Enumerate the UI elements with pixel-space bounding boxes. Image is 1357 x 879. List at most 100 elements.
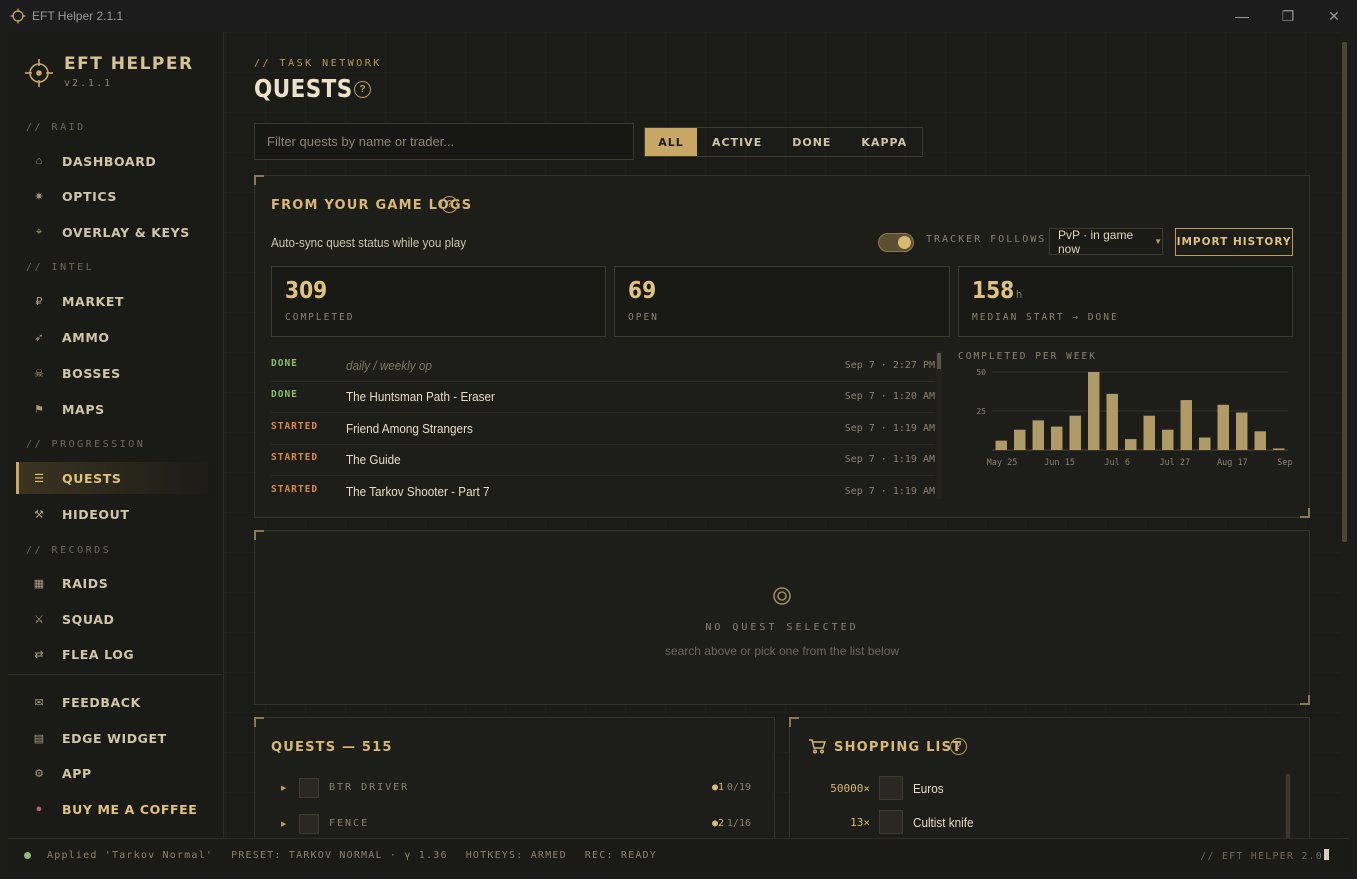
- hammer-icon: ⚒: [34, 508, 44, 521]
- scrollbar-thumb[interactable]: [937, 353, 941, 369]
- log-entry[interactable]: STARTED The Guide Sep 7 · 1:19 AM: [271, 445, 935, 476]
- sidebar-item-label: DASHBOARD: [62, 153, 157, 169]
- sidebar-item-coffee[interactable]: ● BUY ME A COFFEE: [16, 793, 216, 825]
- sidebar-item-dashboard[interactable]: ⌂ DASHBOARD: [16, 145, 216, 177]
- help-icon[interactable]: ?: [441, 196, 458, 213]
- autosync-toggle[interactable]: [878, 233, 914, 252]
- shopping-item[interactable]: 13× Cultist knife: [810, 810, 1280, 838]
- log-scrollbar[interactable]: [936, 351, 942, 499]
- filter-tab-kappa[interactable]: KAPPA: [846, 128, 922, 156]
- stat-label: MEDIAN START → DONE: [972, 312, 1119, 323]
- shopping-scrollbar[interactable]: [1285, 772, 1291, 838]
- chart-bar: [1236, 412, 1248, 450]
- sidebar-item-flea-log[interactable]: ⇄ FLEA LOG: [16, 638, 216, 670]
- mail-icon: ✉: [34, 696, 44, 709]
- chart-y-tick-label: 25: [976, 407, 986, 416]
- import-history-button[interactable]: IMPORT HISTORY: [1175, 228, 1293, 256]
- filter-tab-active[interactable]: ACTIVE: [697, 128, 777, 156]
- log-entry[interactable]: STARTED Friend Among Strangers Sep 7 · 1…: [271, 414, 935, 445]
- bullet-icon: ➶: [34, 331, 44, 344]
- main-scrollbar[interactable]: [1340, 32, 1349, 838]
- filter-tab-all[interactable]: ALL: [645, 128, 697, 156]
- sidebar-item-quests[interactable]: ☰ QUESTS: [16, 462, 216, 494]
- status-bar: Applied 'Tarkov Normal' PRESET: TARKOV N…: [8, 838, 1349, 872]
- list-icon: ☰: [34, 472, 44, 485]
- tracker-mode-select[interactable]: PvP · in game now ▼: [1049, 227, 1163, 256]
- chevron-down-icon: ▼: [1154, 237, 1162, 246]
- maximize-button[interactable]: ❐: [1265, 0, 1311, 32]
- sidebar-item-market[interactable]: ₽ MARKET: [16, 285, 216, 317]
- sidebar-item-overlay[interactable]: ⌖ OVERLAY & KEYS: [16, 216, 216, 248]
- skull-icon: ☠: [34, 367, 44, 380]
- log-state: STARTED: [271, 452, 319, 463]
- help-icon[interactable]: ?: [950, 738, 967, 755]
- sidebar-item-feedback[interactable]: ✉ FEEDBACK: [16, 686, 216, 718]
- log-entry[interactable]: DONE daily / weekly op Sep 7 · 2:27 PM: [271, 351, 935, 382]
- chart-y-tick-label: 50: [976, 368, 986, 377]
- sidebar-item-maps[interactable]: ⚑ MAPS: [16, 393, 216, 425]
- panel-corner: [254, 175, 264, 185]
- trader-name: BTR DRIVER: [329, 782, 410, 793]
- quests-list-panel: QUESTS — 515 ▶ BTR DRIVER ●1 0/19 ▶ FENC…: [254, 717, 775, 838]
- brand-version: v2.1.1: [64, 78, 113, 89]
- widget-icon: ▤: [33, 732, 45, 745]
- minimize-button[interactable]: —: [1219, 0, 1265, 32]
- sidebar-item-app[interactable]: ⚙ APP: [16, 757, 216, 789]
- stat-value: 309: [285, 278, 328, 304]
- sun-icon: ✷: [34, 190, 44, 203]
- sidebar-item-hideout[interactable]: ⚒ HIDEOUT: [16, 498, 216, 530]
- empty-state-title: NO QUEST SELECTED: [705, 622, 859, 633]
- shopping-item[interactable]: 50000× Euros: [810, 776, 1280, 804]
- log-entry[interactable]: STARTED The Tarkov Shooter - Part 7 Sep …: [271, 477, 935, 508]
- chart-bar: [1051, 426, 1063, 450]
- chart-bar: [1069, 415, 1081, 450]
- log-quest-name: Friend Among Strangers: [346, 421, 473, 436]
- quest-filter-tabs: ALL ACTIVE DONE KAPPA: [644, 127, 924, 157]
- stat-median: 158 h MEDIAN START → DONE: [958, 266, 1293, 337]
- status-rec: REC: READY: [584, 850, 658, 861]
- sidebar-item-optics[interactable]: ✷ OPTICS: [16, 180, 216, 212]
- item-quantity: 13×: [850, 816, 870, 829]
- window-title: EFT Helper 2.1.1: [32, 9, 124, 23]
- chart-x-tick-label: Sep 7: [1277, 458, 1292, 468]
- flag-icon: ⚑: [34, 403, 44, 416]
- nav-section-raid: // RAID: [26, 122, 86, 133]
- tracker-mode-value: PvP · in game now: [1058, 227, 1134, 256]
- completed-per-week-chart: 25 50 May 25 Jun 15 Jul 6 Jul 27 Aug 17 Sep 7: [976, 368, 1292, 468]
- chart-bar: [1254, 431, 1266, 450]
- sidebar-item-ammo[interactable]: ➶ AMMO: [16, 321, 216, 353]
- sidebar-divider: [8, 674, 224, 675]
- status-applied: Applied 'Tarkov Normal': [47, 850, 214, 861]
- sidebar-item-squad[interactable]: ⚔ SQUAD: [16, 603, 216, 635]
- filter-tab-done[interactable]: DONE: [777, 128, 846, 156]
- sidebar-item-raids[interactable]: ▦ RAIDS: [16, 567, 216, 599]
- quest-search-input[interactable]: [254, 123, 634, 160]
- log-state: STARTED: [271, 484, 319, 495]
- trader-row[interactable]: ▶ FENCE ●2 1/16: [281, 812, 751, 838]
- expand-arrow-icon: ▶: [281, 821, 287, 828]
- chart-bar: [1180, 400, 1192, 450]
- target-icon: [773, 587, 791, 605]
- chart-bar: [1014, 429, 1026, 450]
- sidebar-item-label: MAPS: [62, 401, 105, 417]
- scrollbar-thumb[interactable]: [1342, 42, 1347, 542]
- empty-state-subtitle: search above or pick one from the list b…: [664, 644, 900, 658]
- close-button[interactable]: ✕: [1311, 0, 1357, 32]
- chart-bar: [1125, 439, 1137, 450]
- chart-x-tick-label: Jun 15: [1044, 458, 1075, 468]
- log-time: Sep 7 · 1:20 AM: [844, 391, 935, 402]
- log-quest-name: daily / weekly op: [346, 358, 432, 373]
- sidebar-item-bosses[interactable]: ☠ BOSSES: [16, 357, 216, 389]
- sidebar-item-edge-widget[interactable]: ▤ EDGE WIDGET: [16, 722, 216, 754]
- chart-bar: [1273, 448, 1285, 450]
- trader-row[interactable]: ▶ BTR DRIVER ●1 0/19: [281, 776, 751, 804]
- log-entry[interactable]: DONE The Huntsman Path - Eraser Sep 7 · …: [271, 382, 935, 413]
- help-icon[interactable]: ?: [354, 81, 371, 98]
- status-preset: PRESET: TARKOV NORMAL · γ 1.36: [231, 850, 448, 861]
- panel-corner: [1300, 695, 1310, 705]
- quest-detail-panel: NO QUEST SELECTED search above or pick o…: [254, 530, 1310, 705]
- scrollbar-thumb[interactable]: [1286, 774, 1290, 838]
- stat-value: 158 h: [972, 278, 1023, 304]
- sidebar: EFT HELPER v2.1.1 // RAID ⌂ DASHBOARD ✷ OP…: [8, 32, 224, 838]
- sidebar-item-label: FEEDBACK: [62, 694, 141, 710]
